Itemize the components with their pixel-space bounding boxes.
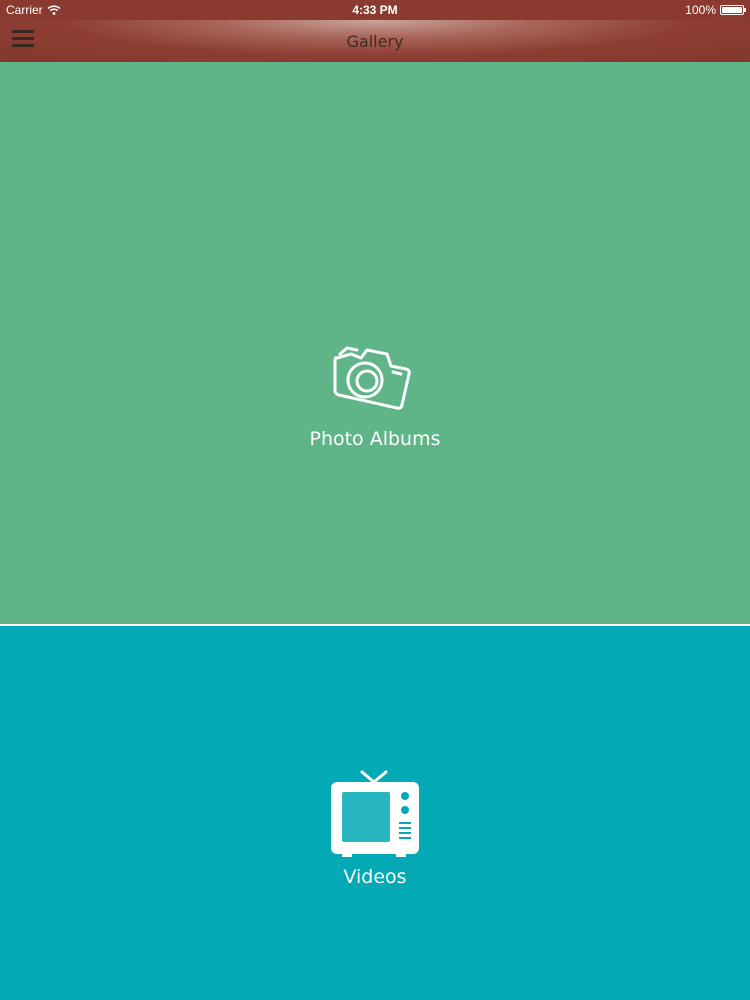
camera-icon xyxy=(333,346,411,410)
photo-albums-label: Photo Albums xyxy=(309,428,441,450)
battery-icon xyxy=(720,5,746,15)
status-right: 100% xyxy=(685,3,746,17)
app-screen: Carrier 4:33 PM 100% Gallery Photo Album… xyxy=(0,0,750,1000)
page-title: Gallery xyxy=(346,32,404,51)
videos-label: Videos xyxy=(343,866,407,888)
status-time: 4:33 PM xyxy=(352,3,398,17)
battery-fill xyxy=(722,7,742,13)
status-bar: Carrier 4:33 PM 100% xyxy=(0,0,750,20)
nav-bar: Gallery xyxy=(0,20,750,62)
battery-percent: 100% xyxy=(685,3,716,17)
videos-tile[interactable]: Videos xyxy=(0,626,750,1000)
tv-icon xyxy=(331,770,419,857)
photo-albums-tile[interactable]: Photo Albums xyxy=(0,62,750,624)
